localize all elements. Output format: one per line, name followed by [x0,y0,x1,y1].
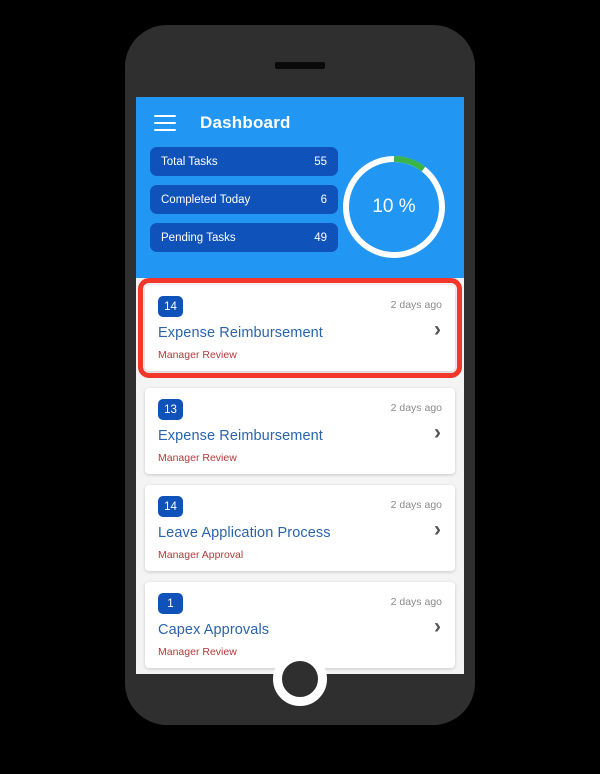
hamburger-line [154,122,176,124]
chevron-right-icon[interactable]: › [434,616,441,637]
task-card-header: 14 2 days ago [158,296,442,317]
task-timestamp: 2 days ago [390,402,442,414]
task-card-header: 13 2 days ago [158,399,442,420]
task-title: Expense Reimbursement [158,428,323,444]
progress-percent-label: 10 % [372,196,416,217]
stat-label: Pending Tasks [161,231,236,244]
stat-pill-total-tasks[interactable]: Total Tasks 55 [150,147,338,176]
task-status: Manager Review [158,452,237,464]
stat-value: 49 [314,231,327,244]
stats-panel: Total Tasks 55 Completed Today 6 Pending… [150,145,338,252]
stat-label: Completed Today [161,193,251,206]
task-card[interactable]: 13 2 days ago Expense Reimbursement Mana… [145,388,455,474]
stat-pill-completed-today[interactable]: Completed Today 6 [150,185,338,214]
speaker-slot-icon [275,62,325,69]
chevron-right-icon[interactable]: › [434,519,441,540]
hamburger-line [154,129,176,131]
app-header: Dashboard Total Tasks 55 Completed Today… [136,97,464,278]
task-title: Capex Approvals [158,622,270,638]
task-title: Leave Application Process [158,525,331,541]
task-count-badge: 14 [158,296,183,317]
home-button[interactable] [273,652,327,706]
stat-value: 6 [320,193,327,206]
hamburger-line [154,115,176,117]
task-card[interactable]: 14 2 days ago Expense Reimbursement Mana… [138,278,462,378]
progress-donut-chart: 10 % [338,151,450,263]
task-card-header: 1 2 days ago [158,593,442,614]
stat-pill-pending-tasks[interactable]: Pending Tasks 49 [150,223,338,252]
task-status: Manager Review [158,349,237,361]
hamburger-menu-icon[interactable] [154,115,176,131]
chevron-right-icon[interactable]: › [434,319,441,340]
header-content: Total Tasks 55 Completed Today 6 Pending… [148,145,452,263]
chevron-right-icon[interactable]: › [434,422,441,443]
progress-panel: 10 % [338,145,450,263]
task-timestamp: 2 days ago [390,499,442,511]
task-count-badge: 13 [158,399,183,420]
stat-value: 55 [314,155,327,168]
page-title: Dashboard [200,113,291,132]
task-card-header: 14 2 days ago [158,496,442,517]
task-timestamp: 2 days ago [390,596,442,608]
task-title: Expense Reimbursement [158,325,323,341]
stat-label: Total Tasks [161,155,218,168]
task-list: 14 2 days ago Expense Reimbursement Mana… [136,278,464,674]
task-card[interactable]: 14 2 days ago Leave Application Process … [145,485,455,571]
task-count-badge: 1 [158,593,183,614]
phone-screen: Dashboard Total Tasks 55 Completed Today… [136,97,464,674]
task-count-badge: 14 [158,496,183,517]
task-timestamp: 2 days ago [390,299,442,311]
app-bar: Dashboard [148,107,452,139]
phone-frame: Dashboard Total Tasks 55 Completed Today… [125,25,475,725]
task-status: Manager Approval [158,549,244,561]
